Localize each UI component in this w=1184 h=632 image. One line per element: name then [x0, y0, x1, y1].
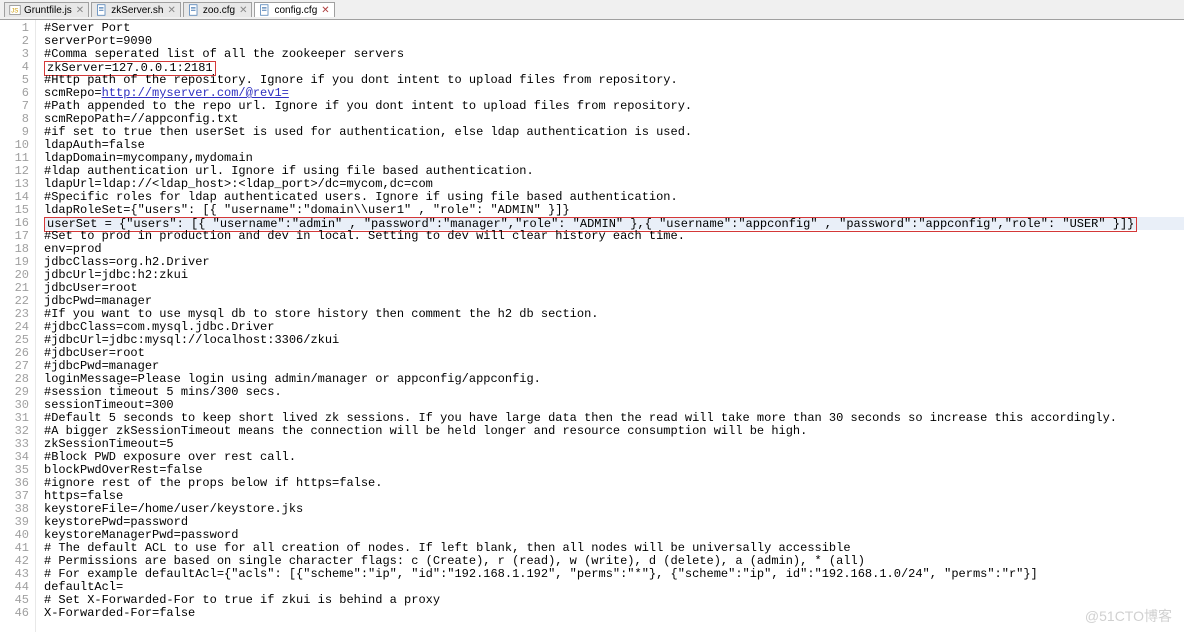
- editor-tabbar: JSGruntfile.js✕zkServer.sh✕zoo.cfg✕confi…: [0, 0, 1184, 20]
- editor-tab-2[interactable]: zoo.cfg ✕: [183, 2, 253, 17]
- close-icon[interactable]: ✕: [321, 5, 329, 16]
- code-line[interactable]: #Comma seperated list of all the zookeep…: [44, 48, 1184, 61]
- line-number: 46: [0, 607, 29, 620]
- code-area[interactable]: #Server PortserverPort=9090#Comma sepera…: [36, 20, 1184, 632]
- code-line[interactable]: #session timeout 5 mins/300 secs.: [44, 386, 1184, 399]
- close-icon[interactable]: ✕: [76, 5, 84, 16]
- tab-label: zoo.cfg: [203, 5, 235, 16]
- close-icon[interactable]: ✕: [167, 5, 175, 16]
- file-icon: JS: [9, 4, 21, 16]
- code-line[interactable]: # For example defaultAcl={"acls": [{"sch…: [44, 568, 1184, 581]
- code-line[interactable]: #jdbcUrl=jdbc:mysql://localhost:3306/zku…: [44, 334, 1184, 347]
- code-line[interactable]: jdbcUrl=jdbc:h2:zkui: [44, 269, 1184, 282]
- editor-tab-3[interactable]: config.cfg ✕: [254, 2, 334, 17]
- code-line[interactable]: #Server Port: [44, 22, 1184, 35]
- code-line[interactable]: X-Forwarded-For=false: [44, 607, 1184, 620]
- code-line[interactable]: #A bigger zkSessionTimeout means the con…: [44, 425, 1184, 438]
- code-line[interactable]: keystoreFile=/home/user/keystore.jks: [44, 503, 1184, 516]
- code-line[interactable]: #ignore rest of the props below if https…: [44, 477, 1184, 490]
- code-line[interactable]: jdbcClass=org.h2.Driver: [44, 256, 1184, 269]
- code-line[interactable]: #Block PWD exposure over rest call.: [44, 451, 1184, 464]
- tab-label: config.cfg: [274, 5, 317, 16]
- editor-tab-0[interactable]: JS Gruntfile.js ✕: [4, 2, 89, 17]
- code-editor[interactable]: 1234567891011121314151617181920212223242…: [0, 20, 1184, 632]
- code-line[interactable]: ldapRoleSet={"users": [{ "username":"dom…: [44, 204, 1184, 217]
- file-icon: [259, 4, 271, 16]
- code-line[interactable]: jdbcUser=root: [44, 282, 1184, 295]
- tab-label: Gruntfile.js: [24, 5, 72, 16]
- file-icon: [188, 4, 200, 16]
- close-icon[interactable]: ✕: [239, 5, 247, 16]
- watermark: @51CTO博客: [1085, 606, 1172, 626]
- code-line[interactable]: env=prod: [44, 243, 1184, 256]
- editor-tab-1[interactable]: zkServer.sh ✕: [91, 2, 181, 17]
- tab-label: zkServer.sh: [111, 5, 163, 16]
- file-icon: [96, 4, 108, 16]
- url-link[interactable]: http://myserver.com/@rev1=: [102, 86, 289, 100]
- code-line[interactable]: # Set X-Forwarded-For to true if zkui is…: [44, 594, 1184, 607]
- svg-text:JS: JS: [11, 8, 18, 14]
- line-gutter: 1234567891011121314151617181920212223242…: [0, 20, 36, 632]
- code-line[interactable]: #if set to true then userSet is used for…: [44, 126, 1184, 139]
- code-line[interactable]: #jdbcUser=root: [44, 347, 1184, 360]
